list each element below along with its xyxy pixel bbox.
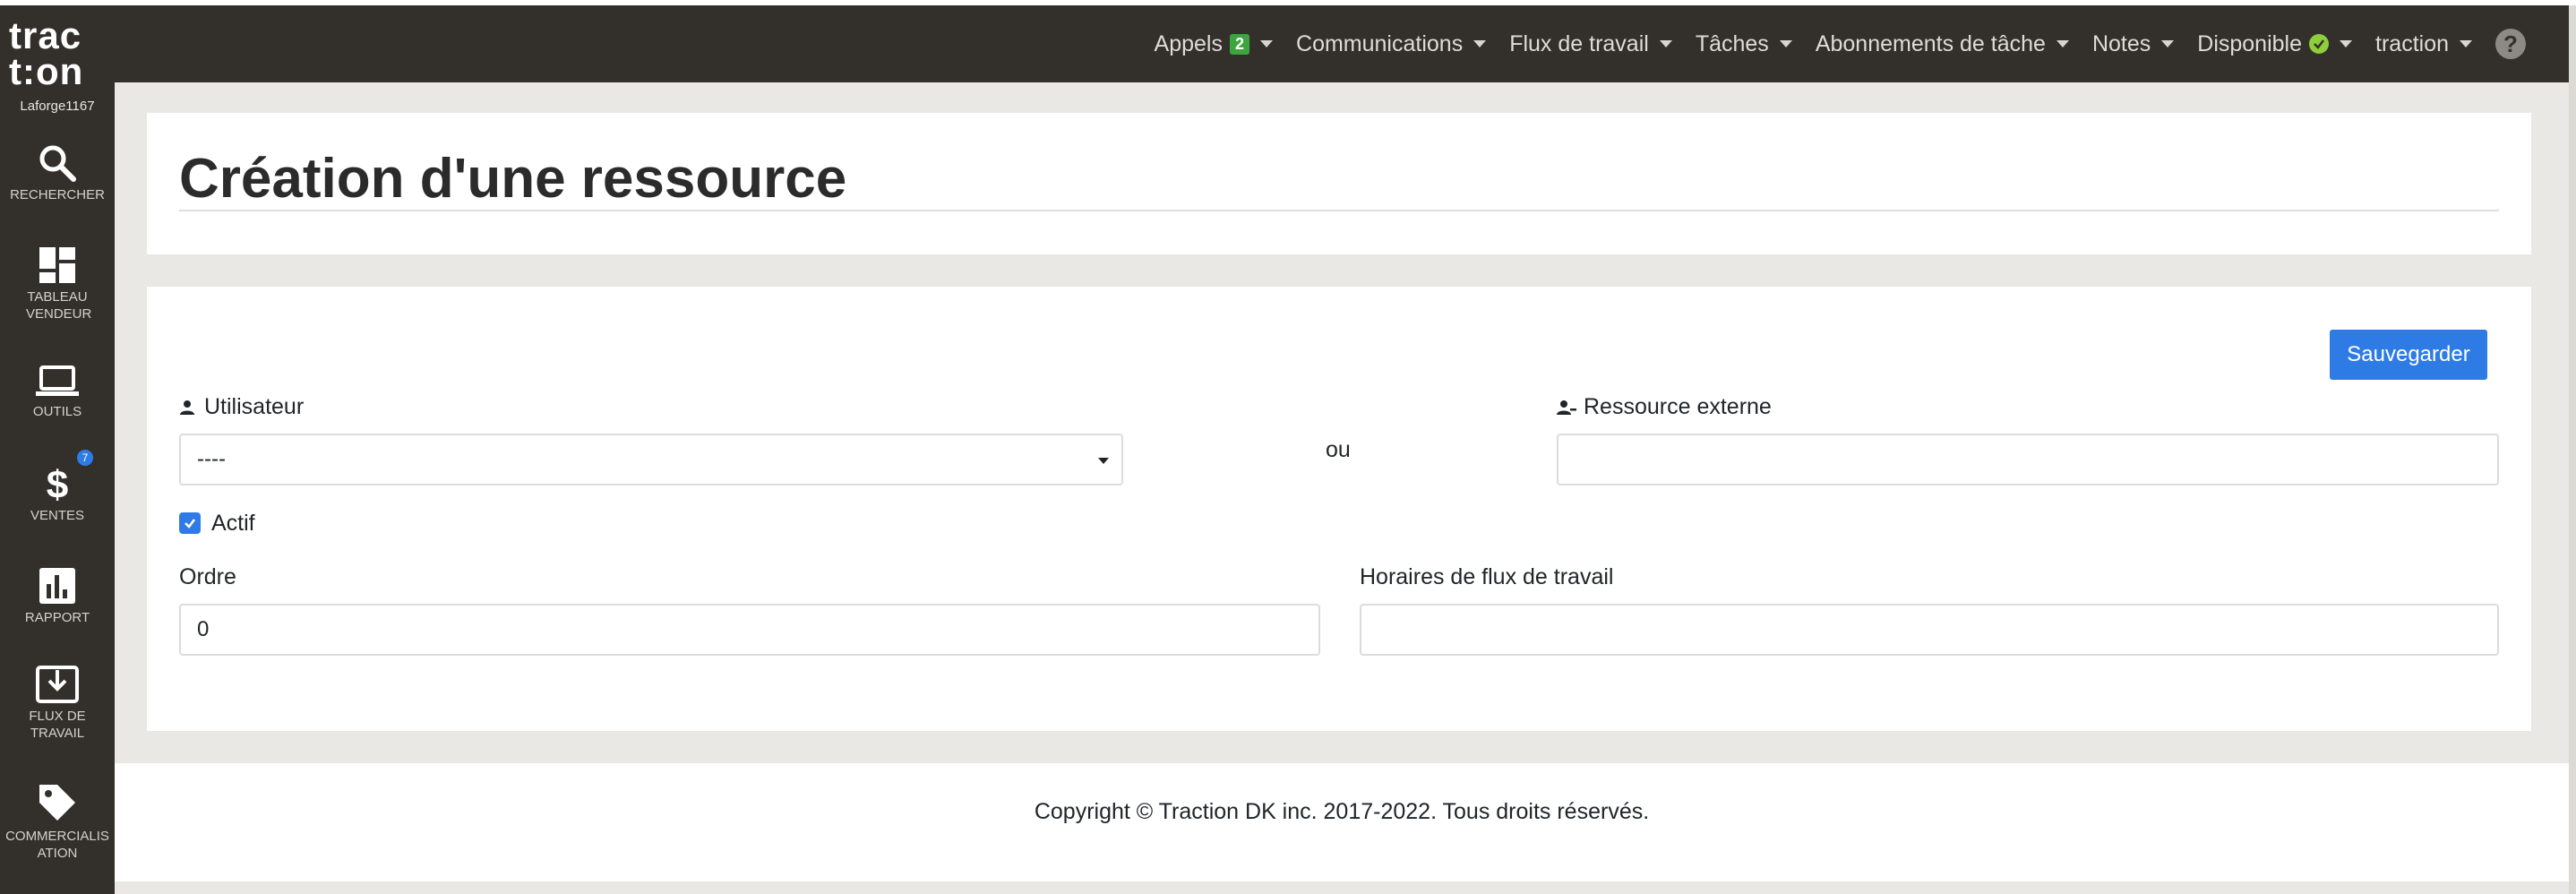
select-caret-icon — [1098, 458, 1109, 464]
page-title: Création d'une ressource — [179, 148, 847, 210]
user-field-label: Utilisateur — [179, 394, 304, 420]
check-circle-icon — [2309, 34, 2330, 54]
bar-chart-icon — [39, 568, 75, 604]
footer: Copyright © Traction DK inc. 2017-2022. … — [115, 763, 2569, 881]
caret-down-icon — [2460, 40, 2472, 47]
nav-abonnements-de-tache[interactable]: Abonnements de tâche — [1816, 31, 2069, 57]
order-input[interactable] — [179, 604, 1320, 656]
user-icon — [180, 400, 194, 415]
nav-flux-de-travail[interactable]: Flux de travail — [1509, 31, 1672, 57]
sales-count-badge: 7 — [77, 450, 93, 466]
nav-disponible[interactable]: Disponible — [2197, 31, 2353, 57]
sidebar-item-tableau-vendeur[interactable]: TABLEAU VENDEUR — [0, 245, 115, 322]
caret-down-icon — [2161, 40, 2175, 47]
laptop-icon — [36, 365, 79, 396]
active-label: Actif — [211, 511, 255, 536]
title-divider — [179, 210, 2499, 211]
sidebar-item-outils[interactable]: OUTILS — [0, 364, 115, 420]
sidebar-item-label: RAPPORT — [24, 610, 90, 625]
sidebar-item-label: OUTILS — [32, 404, 82, 419]
check-icon — [185, 519, 195, 529]
user-minus-icon — [1557, 400, 1576, 415]
order-label: Ordre — [179, 564, 236, 589]
sidebar-item-label: VENTES — [30, 508, 84, 523]
caret-down-icon — [2056, 40, 2069, 47]
external-resource-label: Ressource externe — [1557, 394, 1772, 420]
username: Laforge1167 — [20, 99, 95, 114]
save-button[interactable]: Sauvegarder — [2330, 330, 2487, 380]
workflow-schedule-input[interactable] — [1360, 604, 2499, 656]
copyright-text: Copyright © Traction DK inc. 2017-2022. … — [1034, 799, 1650, 824]
sidebar-item-commercialisation[interactable]: COMMERCIALISATION — [0, 781, 115, 862]
caret-down-icon — [1260, 40, 1274, 47]
calls-count-badge: 2 — [1230, 33, 1250, 55]
sidebar-item-rechercher[interactable]: RECHERCHER — [0, 143, 115, 203]
resource-form-card: Sauvegarder Utilisateur ---- ou Ressourc… — [147, 287, 2531, 731]
caret-down-icon — [1659, 40, 1672, 47]
dollar-icon: $ — [47, 464, 68, 503]
active-checkbox[interactable] — [179, 512, 201, 534]
sidebar-item-rapport[interactable]: RAPPORT — [0, 566, 115, 626]
traction-logo[interactable]: trac t:on — [9, 17, 106, 90]
search-icon — [39, 145, 76, 182]
sidebar-item-label: COMMERCIALISATION — [5, 829, 109, 861]
workflow-schedule-label: Horaires de flux de travail — [1360, 564, 1614, 589]
caret-down-icon — [2340, 40, 2353, 47]
sidebar-item-label: FLUX DE TRAVAIL — [29, 709, 86, 741]
sidebar-item-label: RECHERCHER — [10, 187, 105, 202]
dashboard-icon — [39, 247, 75, 283]
external-resource-input[interactable] — [1557, 434, 2499, 486]
caret-down-icon — [1473, 40, 1487, 47]
sidebar-item-ventes[interactable]: $ VENTES — [0, 464, 115, 524]
nav-traction-account[interactable]: traction — [2375, 31, 2472, 57]
nav-communications[interactable]: Communications — [1296, 31, 1487, 57]
nav-taches[interactable]: Tâches — [1696, 31, 1792, 57]
top-navbar: Appels 2 Communications Flux de travail … — [115, 5, 2569, 82]
tag-icon — [39, 785, 75, 821]
right-scrollbar[interactable] — [2569, 5, 2576, 894]
nav-appels[interactable]: Appels 2 — [1155, 31, 1274, 57]
nav-notes[interactable]: Notes — [2092, 31, 2175, 57]
or-separator: ou — [1326, 437, 1351, 462]
sidebar: trac t:on Laforge1167 RECHERCHER TABLEAU… — [0, 5, 115, 894]
help-icon[interactable]: ? — [2495, 29, 2526, 59]
caret-down-icon — [1779, 40, 1792, 47]
svg-text:$: $ — [47, 464, 68, 503]
sidebar-item-label: TABLEAU VENDEUR — [26, 289, 92, 322]
sidebar-item-flux-de-travail[interactable]: FLUX DE TRAVAIL — [0, 665, 115, 742]
title-card: Création d'une ressource — [147, 113, 2531, 254]
user-select[interactable]: ---- — [179, 434, 1123, 486]
download-tray-icon — [36, 666, 79, 703]
